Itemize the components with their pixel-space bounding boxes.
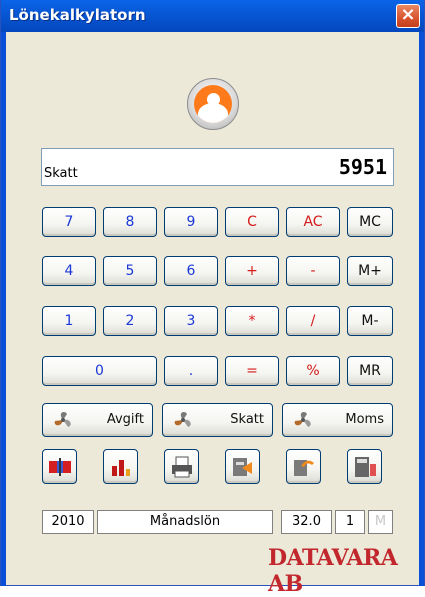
key-5[interactable]: 5 [103, 256, 157, 286]
printer-icon [172, 456, 192, 478]
flag-button[interactable] [42, 449, 77, 484]
chart-button[interactable] [103, 449, 138, 484]
export-button[interactable] [225, 449, 260, 484]
undo-button[interactable] [286, 449, 321, 484]
title-bar[interactable]: Lönekalkylatorn × [1, 0, 424, 32]
display-label: Skatt [44, 166, 78, 181]
count-field[interactable]: 1 [335, 510, 365, 534]
user-logo-icon [187, 78, 239, 130]
skatt-button[interactable]: Skatt [162, 403, 273, 437]
avgift-button[interactable]: Avgift [42, 403, 153, 437]
divide-button[interactable]: / [286, 306, 340, 336]
key-0[interactable]: 0 [42, 356, 157, 386]
minus-button[interactable]: - [286, 256, 340, 286]
bar-chart-icon [112, 460, 130, 476]
undo-icon [294, 460, 314, 476]
calculator-button[interactable] [347, 449, 382, 484]
window-border-left [1, 32, 6, 586]
result-display: Skatt 5951 [41, 148, 394, 186]
moms-button[interactable]: Moms [282, 403, 393, 437]
clear-button[interactable]: C [225, 207, 279, 237]
all-clear-button[interactable]: AC [286, 207, 340, 237]
fan-icon [174, 412, 191, 427]
year-field[interactable]: 2010 [42, 510, 94, 534]
key-6[interactable]: 6 [164, 256, 218, 286]
memory-subtract-button[interactable]: M- [347, 306, 393, 336]
close-button[interactable]: × [396, 4, 420, 28]
key-4[interactable]: 4 [42, 256, 96, 286]
period-field[interactable]: Månadslön [97, 510, 273, 534]
memory-add-button[interactable]: M+ [347, 256, 393, 286]
display-value: 5951 [338, 155, 387, 179]
memory-indicator: M [368, 510, 393, 534]
key-2[interactable]: 2 [103, 306, 157, 336]
key-3[interactable]: 3 [164, 306, 218, 336]
avgift-label: Avgift [106, 412, 144, 427]
equals-button[interactable]: = [225, 356, 279, 386]
calculator-icon [355, 457, 376, 477]
decimal-button[interactable]: . [164, 356, 218, 386]
window-title: Lönekalkylatorn [9, 6, 146, 24]
key-9[interactable]: 9 [164, 207, 218, 237]
brand-logo: DATAVARA AB [268, 545, 398, 597]
memory-clear-button[interactable]: MC [347, 207, 393, 237]
fan-icon [294, 412, 311, 427]
key-8[interactable]: 8 [103, 207, 157, 237]
memory-recall-button[interactable]: MR [347, 356, 393, 386]
key-1[interactable]: 1 [42, 306, 96, 336]
plus-button[interactable]: + [225, 256, 279, 286]
window-border-right [419, 32, 424, 586]
percent-button[interactable]: % [286, 356, 340, 386]
fan-icon [54, 412, 71, 427]
close-icon: × [400, 4, 416, 25]
multiply-button[interactable]: * [225, 306, 279, 336]
rate-field[interactable]: 32.0 [281, 510, 332, 534]
moms-label: Moms [345, 412, 384, 427]
export-icon [233, 458, 252, 476]
calculator-window: Lönekalkylatorn × Skatt 5951 7 8 9 C AC … [0, 0, 425, 597]
flag-icon [49, 458, 71, 476]
skatt-label: Skatt [230, 412, 264, 427]
key-7[interactable]: 7 [42, 207, 96, 237]
print-button[interactable] [164, 449, 199, 484]
